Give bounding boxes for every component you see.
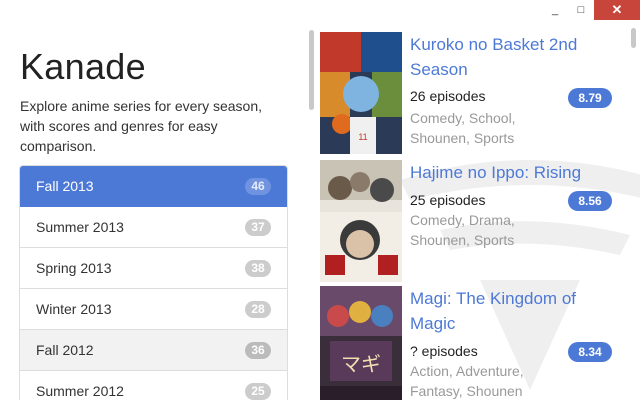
season-count-badge: 36 bbox=[245, 341, 271, 359]
anime-cover-image[interactable]: 11 bbox=[320, 32, 402, 154]
season-label: Fall 2013 bbox=[36, 178, 94, 194]
season-item-summer-2012[interactable]: Summer 2012 25 bbox=[20, 371, 287, 400]
season-label: Summer 2013 bbox=[36, 219, 124, 235]
anime-episodes: 25 episodes bbox=[410, 192, 486, 208]
season-panel: Kanade Explore anime series for every se… bbox=[0, 0, 304, 400]
anime-episodes: 26 episodes bbox=[410, 88, 486, 104]
svg-text:11: 11 bbox=[358, 132, 367, 142]
season-count-badge: 25 bbox=[245, 382, 271, 400]
anime-card[interactable]: Hajime no Ippo: Rising 25 episodes Comed… bbox=[320, 160, 632, 284]
season-panel-scrollbar[interactable] bbox=[309, 30, 314, 110]
season-count-badge: 28 bbox=[245, 300, 271, 318]
anime-genres: Action, Adventure, Fantasy, Shounen bbox=[410, 363, 524, 399]
season-list: Fall 2013 46 Summer 2013 37 Spring 2013 … bbox=[19, 165, 288, 400]
anime-title[interactable]: Kuroko no Basket 2nd Season bbox=[410, 32, 610, 82]
score-badge: 8.34 bbox=[568, 342, 612, 362]
anime-cover-image[interactable]: マギ bbox=[320, 286, 402, 400]
svg-text:マギ: マギ bbox=[341, 353, 381, 376]
score-badge: 8.56 bbox=[568, 191, 612, 211]
app-description: Explore anime series for every season, w… bbox=[20, 98, 262, 154]
season-count-badge: 38 bbox=[245, 259, 271, 277]
season-label: Summer 2012 bbox=[36, 383, 124, 399]
anime-title[interactable]: Magi: The Kingdom of Magic bbox=[410, 286, 610, 336]
season-item-winter-2013[interactable]: Winter 2013 28 bbox=[20, 289, 287, 330]
anime-genres: Comedy, School, Shounen, Sports bbox=[410, 110, 516, 146]
anime-card[interactable]: マギ Magi: The Kingdom of Magic ? episodes… bbox=[320, 286, 632, 400]
season-label: Fall 2012 bbox=[36, 342, 94, 358]
anime-episodes: ? episodes bbox=[410, 343, 478, 359]
anime-title[interactable]: Hajime no Ippo: Rising bbox=[410, 160, 610, 185]
season-item-summer-2013[interactable]: Summer 2013 37 bbox=[20, 207, 287, 248]
season-label: Winter 2013 bbox=[36, 301, 112, 317]
score-badge: 8.79 bbox=[568, 88, 612, 108]
anime-list: 11 Kuroko no Basket 2nd Season 26 episod… bbox=[318, 0, 640, 400]
season-label: Spring 2013 bbox=[36, 260, 112, 276]
app-title: Kanade bbox=[20, 46, 146, 87]
anime-card[interactable]: 11 Kuroko no Basket 2nd Season 26 episod… bbox=[320, 32, 632, 156]
season-count-badge: 46 bbox=[245, 177, 271, 195]
season-item-spring-2013[interactable]: Spring 2013 38 bbox=[20, 248, 287, 289]
anime-genres: Comedy, Drama, Shounen, Sports bbox=[410, 212, 515, 248]
season-item-fall-2012[interactable]: Fall 2012 36 bbox=[20, 330, 287, 371]
anime-cover-image[interactable] bbox=[320, 160, 402, 282]
season-count-badge: 37 bbox=[245, 218, 271, 236]
season-item-fall-2013[interactable]: Fall 2013 46 bbox=[20, 166, 287, 207]
anime-list-scrollbar[interactable] bbox=[631, 28, 636, 48]
